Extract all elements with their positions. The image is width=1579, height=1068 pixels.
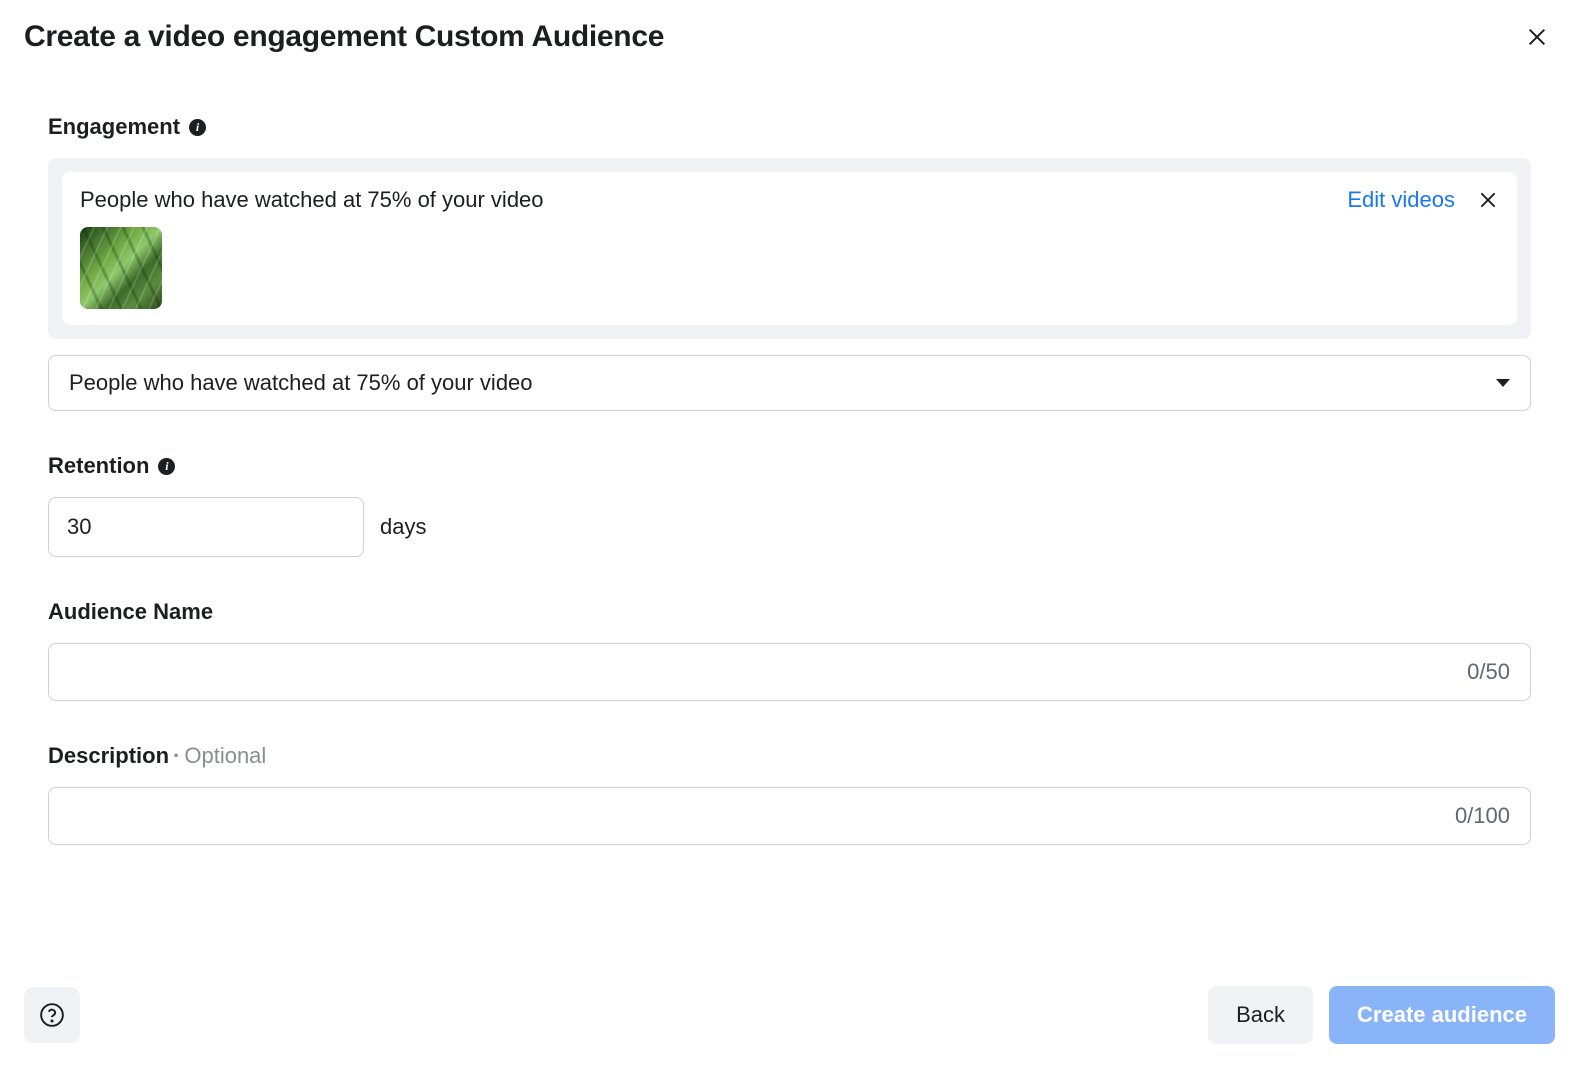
retention-label-text: Retention: [48, 453, 149, 479]
retention-row: days: [48, 497, 1531, 557]
engagement-type-dropdown[interactable]: People who have watched at 75% of your v…: [48, 355, 1531, 411]
page-title: Create a video engagement Custom Audienc…: [24, 20, 664, 54]
retention-days-input[interactable]: [48, 497, 364, 557]
back-button[interactable]: Back: [1208, 986, 1313, 1044]
modal-content: Engagement i People who have watched at …: [0, 74, 1579, 845]
close-button[interactable]: [1523, 23, 1551, 51]
footer-actions: Back Create audience: [1208, 986, 1555, 1044]
close-icon: [1478, 190, 1498, 210]
modal-header: Create a video engagement Custom Audienc…: [0, 0, 1579, 74]
engagement-section-label: Engagement i: [48, 114, 1531, 140]
description-label-text: Description: [48, 743, 169, 768]
separator-dot: ·: [173, 743, 180, 768]
create-audience-button[interactable]: Create audience: [1329, 986, 1555, 1044]
help-icon: [39, 1002, 65, 1028]
edit-videos-link[interactable]: Edit videos: [1347, 187, 1455, 213]
description-counter: 0/100: [1455, 803, 1510, 829]
close-icon: [1526, 26, 1548, 48]
retention-section-label: Retention i: [48, 453, 1531, 479]
video-thumbnail[interactable]: [80, 227, 162, 309]
info-icon[interactable]: i: [158, 458, 175, 475]
modal-footer: Back Create audience: [0, 962, 1579, 1068]
audience-name-counter: 0/50: [1467, 659, 1510, 685]
optional-label: Optional: [184, 743, 266, 768]
audience-name-input[interactable]: [69, 659, 1467, 685]
engagement-actions: Edit videos: [1347, 187, 1499, 213]
chevron-down-icon: [1496, 379, 1510, 387]
remove-engagement-button[interactable]: [1477, 189, 1499, 211]
engagement-label-text: Engagement: [48, 114, 180, 140]
engagement-card-header: People who have watched at 75% of your v…: [80, 187, 1499, 213]
description-input-wrap: 0/100: [48, 787, 1531, 845]
retention-unit-label: days: [380, 514, 426, 540]
engagement-card: People who have watched at 75% of your v…: [62, 172, 1517, 325]
audience-name-section: Audience Name 0/50: [48, 599, 1531, 701]
audience-name-input-wrap: 0/50: [48, 643, 1531, 701]
info-icon[interactable]: i: [189, 119, 206, 136]
description-label: Description·Optional: [48, 743, 1531, 769]
engagement-container: People who have watched at 75% of your v…: [48, 158, 1531, 339]
dropdown-selected-value: People who have watched at 75% of your v…: [69, 370, 533, 396]
engagement-criterion-text: People who have watched at 75% of your v…: [80, 187, 544, 213]
audience-name-label: Audience Name: [48, 599, 1531, 625]
help-button[interactable]: [24, 987, 80, 1043]
description-input[interactable]: [69, 803, 1455, 829]
description-section: Description·Optional 0/100: [48, 743, 1531, 845]
